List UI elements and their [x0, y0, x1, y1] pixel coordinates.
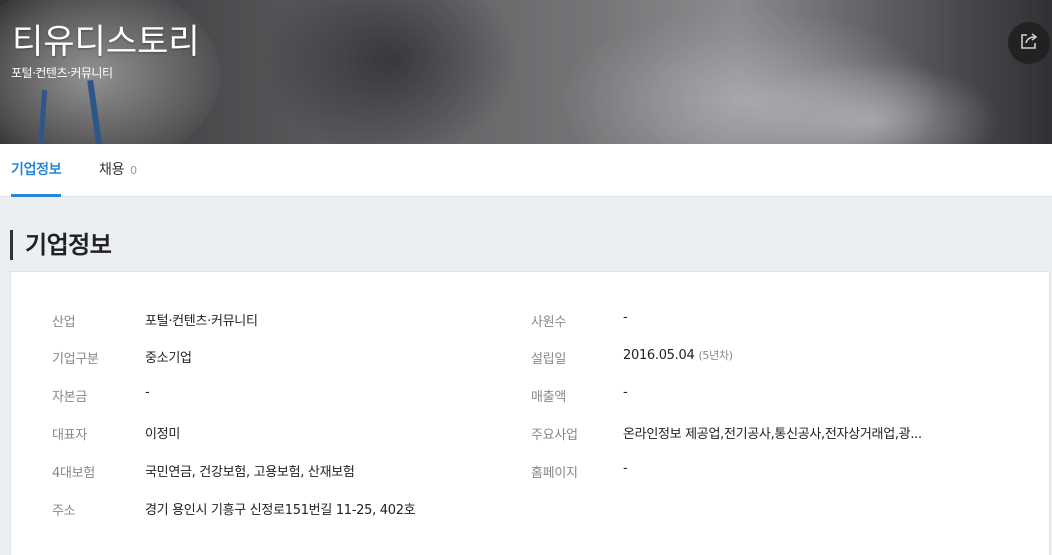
- founded-years-note: (5년차): [698, 349, 733, 362]
- tab-recruitment[interactable]: 채용 0: [99, 144, 137, 197]
- value-capital: -: [145, 385, 150, 400]
- section-title: 기업정보: [10, 230, 112, 260]
- tab-label: 기업정보: [11, 162, 62, 178]
- tab-company-info[interactable]: 기업정보: [11, 144, 62, 197]
- value-company-type: 중소기업: [145, 351, 192, 366]
- label-company-type: 기업구분: [52, 352, 99, 367]
- founded-date: 2016.05.04: [623, 348, 695, 363]
- label-revenue: 매출액: [531, 390, 566, 405]
- company-header-banner: 티유디스토리 포털·컨텐츠·커뮤니티: [0, 0, 1052, 144]
- label-address: 주소: [52, 504, 76, 519]
- value-employees: -: [623, 310, 628, 325]
- value-ceo: 이정미: [145, 427, 180, 442]
- value-revenue: -: [623, 385, 628, 400]
- label-industry: 산업: [52, 315, 76, 330]
- value-main-business: 온라인정보 제공업,전기공사,통신공사,전자상거래업,광...: [623, 427, 922, 442]
- value-insurance: 국민연금, 건강보험, 고용보험, 산재보험: [145, 465, 355, 480]
- company-industry-tag: 포털·컨텐츠·커뮤니티: [11, 66, 113, 80]
- label-capital: 자본금: [52, 390, 87, 405]
- tab-label: 채용: [99, 162, 125, 178]
- company-info-card: 산업 포털·컨텐츠·커뮤니티 기업구분 중소기업 자본금 - 대표자 이정미 4…: [10, 271, 1050, 555]
- value-homepage: -: [623, 461, 628, 476]
- value-address: 경기 용인시 기흥구 신정로151번길 11-25, 402호: [145, 503, 416, 518]
- value-founded: 2016.05.04 (5년차): [623, 347, 733, 363]
- share-button[interactable]: [1008, 22, 1050, 64]
- label-founded: 설립일: [531, 352, 566, 367]
- tab-bar: 기업정보 채용 0: [0, 144, 1052, 197]
- label-insurance: 4대보험: [52, 466, 95, 481]
- tab-count-badge: 0: [130, 164, 137, 177]
- label-homepage: 홈페이지: [531, 466, 578, 481]
- value-industry: 포털·컨텐츠·커뮤니티: [145, 314, 258, 329]
- company-name: 티유디스토리: [12, 22, 200, 62]
- label-employees: 사원수: [531, 315, 566, 330]
- label-main-business: 주요사업: [531, 428, 578, 443]
- share-icon: [1019, 31, 1039, 55]
- label-ceo: 대표자: [52, 428, 87, 443]
